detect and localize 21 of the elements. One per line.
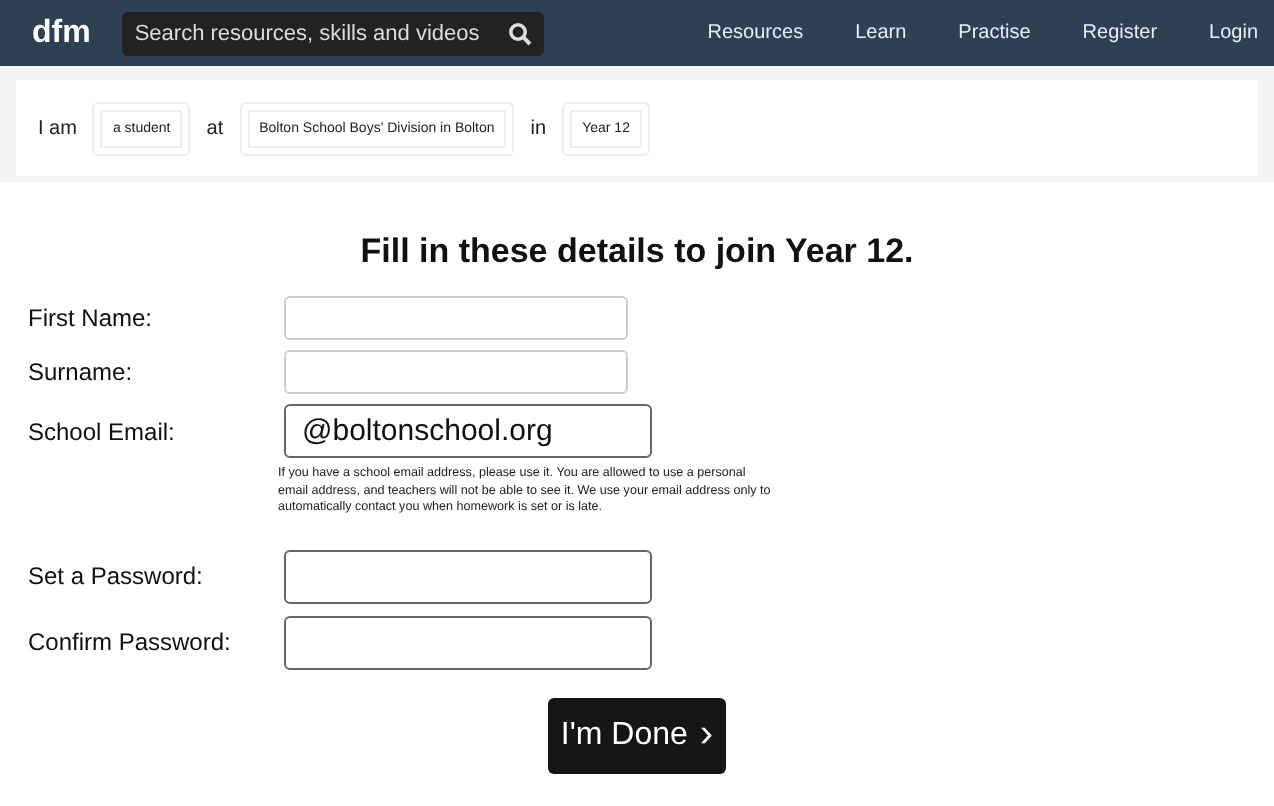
sentence-text: in xyxy=(530,117,547,139)
field-label: First Name: xyxy=(28,304,155,332)
search-field[interactable]: Search resources, skills and videos xyxy=(122,11,545,55)
input-field[interactable]: @boltonschool.org xyxy=(284,404,652,458)
done-button[interactable]: I'm Done › xyxy=(548,697,726,773)
field-label: Confirm Password: xyxy=(28,628,233,656)
nav-link[interactable]: Register xyxy=(1082,22,1158,44)
nav-link[interactable]: Practise xyxy=(958,22,1031,44)
field-label: Surname: xyxy=(28,358,135,386)
search-icon[interactable] xyxy=(508,21,533,45)
input-field[interactable] xyxy=(284,615,652,669)
sentence-text: at xyxy=(206,117,224,139)
input-field[interactable] xyxy=(284,549,652,603)
form-title: Fill in these details to join Year 12. xyxy=(358,232,916,272)
field-label: School Email: xyxy=(28,417,177,445)
nav-link[interactable]: Learn xyxy=(855,22,907,44)
nav-link[interactable]: Resources xyxy=(707,22,804,44)
nav-link[interactable]: Login xyxy=(1209,22,1258,44)
field-label: Set a Password: xyxy=(28,562,205,590)
sentence-text: I am xyxy=(38,117,77,139)
logo[interactable]: dfm xyxy=(32,15,91,51)
